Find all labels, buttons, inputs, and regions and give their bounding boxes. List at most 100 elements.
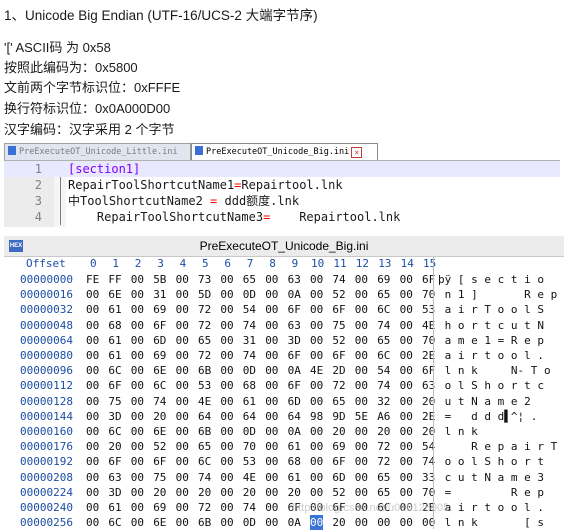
hex-byte[interactable]: 6C	[377, 302, 390, 317]
hex-byte[interactable]: 00	[131, 439, 144, 454]
hex-byte[interactable]: 61	[243, 394, 256, 409]
hex-byte[interactable]: 6C	[377, 348, 390, 363]
hex-byte[interactable]: 00	[265, 302, 278, 317]
hex-byte[interactable]: 00	[220, 515, 233, 530]
hex-byte[interactable]: 65	[198, 439, 211, 454]
hex-byte[interactable]: 00	[86, 439, 99, 454]
hex-byte[interactable]: 00	[131, 378, 144, 393]
hex-byte[interactable]: 00	[131, 409, 144, 424]
hex-byte[interactable]: 54	[377, 363, 390, 378]
hex-byte[interactable]: 53	[243, 454, 256, 469]
hex-byte[interactable]: 00	[355, 363, 368, 378]
hex-byte[interactable]: 00	[310, 394, 323, 409]
hex-byte[interactable]: 52	[332, 333, 345, 348]
hex-byte[interactable]: 72	[377, 439, 390, 454]
hex-byte[interactable]: 00	[86, 409, 99, 424]
hex-byte[interactable]: 20	[377, 424, 390, 439]
hex-byte[interactable]: 52	[332, 287, 345, 302]
hex-byte[interactable]: 20	[332, 424, 345, 439]
hex-byte[interactable]: 73	[198, 272, 211, 287]
hex-byte[interactable]: 00	[176, 333, 189, 348]
hex-byte[interactable]: 0A	[288, 287, 301, 302]
hex-byte[interactable]: 00	[265, 409, 278, 424]
hex-byte[interactable]: 00	[220, 348, 233, 363]
hex-byte[interactable]: 00	[220, 287, 233, 302]
hex-byte[interactable]: 00	[131, 302, 144, 317]
hex-byte[interactable]: 00	[131, 333, 144, 348]
hex-byte[interactable]: 00	[355, 485, 368, 500]
hex-byte[interactable]: 00	[220, 470, 233, 485]
hex-byte[interactable]: 00	[131, 515, 144, 530]
hex-byte[interactable]: FE	[86, 272, 99, 287]
hex-byte[interactable]: 00	[176, 318, 189, 333]
selected-byte[interactable]: 00	[310, 515, 324, 530]
hex-byte[interactable]: 20	[108, 439, 121, 454]
hex-byte[interactable]: 72	[198, 318, 211, 333]
hex-byte[interactable]: 32	[377, 394, 390, 409]
hex-byte[interactable]: 6B	[198, 363, 211, 378]
hex-byte[interactable]: 00	[176, 287, 189, 302]
hex-byte[interactable]: 00	[400, 515, 413, 530]
hex-byte[interactable]: 9D	[332, 409, 345, 424]
hex-byte[interactable]: 6F	[288, 378, 301, 393]
hex-byte[interactable]: 6F	[153, 454, 166, 469]
hex-byte[interactable]: 6F	[332, 454, 345, 469]
hex-byte[interactable]: 65	[243, 272, 256, 287]
hex-byte[interactable]: 52	[332, 485, 345, 500]
hex-byte[interactable]: 00	[86, 378, 99, 393]
hex-byte[interactable]: 00	[220, 302, 233, 317]
hex-byte[interactable]: 63	[288, 318, 301, 333]
hex-byte[interactable]: 00	[220, 272, 233, 287]
hex-byte[interactable]: 00	[86, 500, 99, 515]
hex-byte[interactable]: 70	[243, 439, 256, 454]
hex-byte[interactable]: 00	[265, 394, 278, 409]
hex-byte[interactable]: 00	[310, 302, 323, 317]
hex-byte[interactable]: 00	[265, 363, 278, 378]
hex-byte[interactable]: 00	[176, 439, 189, 454]
hex-byte[interactable]: 00	[400, 470, 413, 485]
hex-byte[interactable]: 00	[355, 287, 368, 302]
hex-byte[interactable]: 00	[176, 394, 189, 409]
hex-byte[interactable]: 74	[377, 378, 390, 393]
hex-byte[interactable]: 00	[355, 378, 368, 393]
hex-byte[interactable]: 74	[153, 394, 166, 409]
hex-byte[interactable]: 00	[176, 424, 189, 439]
hex-byte[interactable]: 00	[377, 515, 390, 530]
hex-byte[interactable]: 6D	[288, 394, 301, 409]
hex-byte[interactable]: 00	[131, 424, 144, 439]
hex-byte[interactable]: 61	[108, 333, 121, 348]
hex-byte[interactable]: 74	[377, 318, 390, 333]
hex-byte[interactable]: 00	[355, 333, 368, 348]
hex-byte[interactable]: 00	[86, 287, 99, 302]
hex-byte[interactable]: 63	[108, 470, 121, 485]
hex-byte[interactable]: 00	[310, 318, 323, 333]
hex-byte[interactable]: 00	[265, 378, 278, 393]
hex-byte[interactable]: 69	[332, 439, 345, 454]
hex-byte[interactable]: 65	[377, 333, 390, 348]
hex-byte[interactable]: 74	[243, 500, 256, 515]
hex-byte[interactable]: 68	[108, 318, 121, 333]
hex-byte[interactable]: 00	[310, 333, 323, 348]
hex-byte[interactable]: 6F	[332, 348, 345, 363]
hex-byte[interactable]: 00	[220, 409, 233, 424]
hex-byte[interactable]: 00	[310, 272, 323, 287]
hex-byte[interactable]: 00	[86, 424, 99, 439]
hex-byte[interactable]: 63	[288, 272, 301, 287]
hex-byte[interactable]: 00	[131, 394, 144, 409]
hex-byte[interactable]: 00	[131, 500, 144, 515]
hex-byte[interactable]: 00	[176, 470, 189, 485]
hex-byte[interactable]: 00	[265, 485, 278, 500]
hex-byte[interactable]: 72	[198, 348, 211, 363]
hex-byte[interactable]: 00	[310, 424, 323, 439]
hex-byte[interactable]: 0A	[288, 424, 301, 439]
hex-byte[interactable]: 00	[400, 485, 413, 500]
hex-byte[interactable]: 6D	[332, 470, 345, 485]
hex-byte[interactable]: 6C	[153, 378, 166, 393]
hex-byte[interactable]: 72	[198, 500, 211, 515]
hex-byte[interactable]: 00	[265, 439, 278, 454]
hex-byte[interactable]: 64	[198, 409, 211, 424]
hex-byte[interactable]: 00	[176, 272, 189, 287]
hex-byte[interactable]: 00	[131, 454, 144, 469]
hex-byte[interactable]: 00	[265, 287, 278, 302]
hex-byte[interactable]: 00	[176, 485, 189, 500]
